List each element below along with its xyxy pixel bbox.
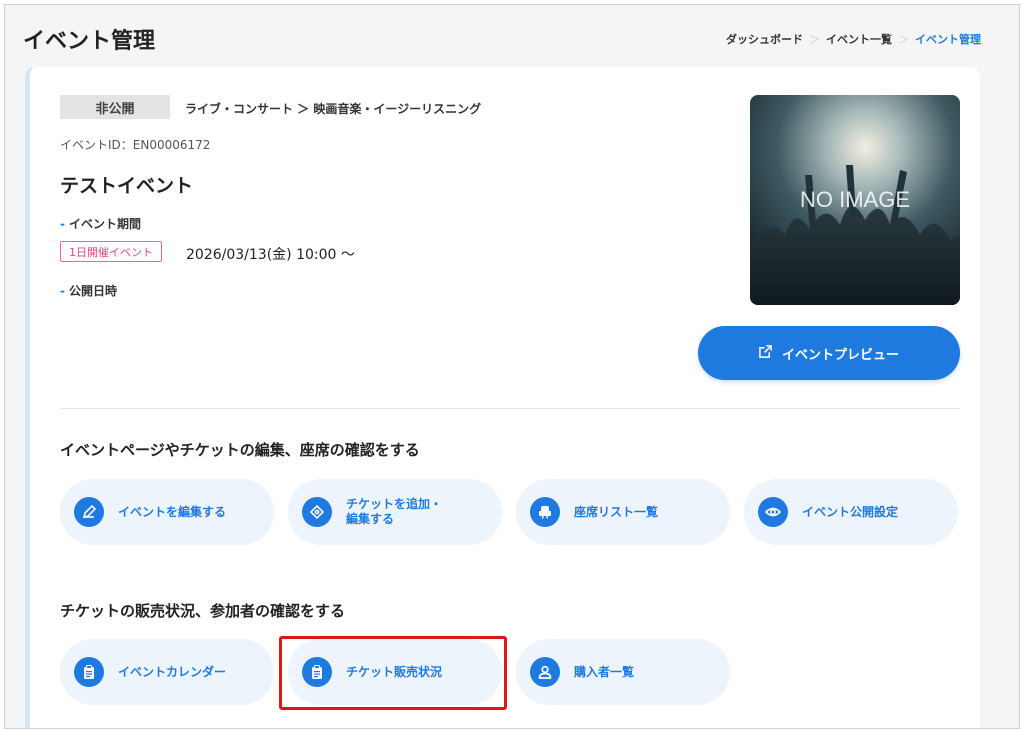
event-calendar-button[interactable]: イベントカレンダー (60, 639, 274, 705)
seat-list-label: 座席リスト一覧 (574, 504, 659, 519)
event-preview-button[interactable]: イベントプレビュー (698, 326, 960, 380)
ticket-sales-status-button[interactable]: チケット販売状況 (288, 639, 502, 705)
purchaser-list-button[interactable]: 購入者一覧 (516, 639, 730, 705)
event-name: テストイベント (60, 175, 194, 197)
event-id: イベントID：EN00006172 (60, 138, 211, 152)
ticket-sales-status-label: チケット販売状況 (346, 664, 443, 679)
concert-crowd-image: NO IMAGE (750, 95, 960, 305)
event-period-text: イベント期間 (68, 217, 141, 231)
event-card: 非公開 ライブ・コンサート ＞ 映画音楽・イージーリスニング イベントID：EN… (25, 67, 980, 728)
section-sales-heading: チケットの販売状況、参加者の確認をする (60, 602, 346, 620)
event-preview-label: イベントプレビュー (781, 347, 899, 363)
event-image: NO IMAGE (750, 95, 960, 305)
edit-ticket-label: チケットを追加・ 編集する (346, 497, 443, 526)
event-period-label: - イベント期間 (60, 215, 141, 232)
edit-event-label: イベントを編集する (118, 504, 227, 519)
divider (60, 408, 960, 409)
seat-list-button[interactable]: 座席リスト一覧 (516, 479, 730, 545)
pencil-icon (74, 497, 104, 527)
publish-settings-label: イベント公開設定 (802, 504, 899, 519)
publish-date-text: 公開日時 (68, 284, 117, 298)
status-badge: 非公開 (60, 95, 170, 119)
ticket-icon (302, 497, 332, 527)
external-link-icon (759, 344, 772, 362)
one-day-event-tag: 1日開催イベント (60, 241, 162, 262)
breadcrumb-dashboard[interactable]: ダッシュボード (726, 31, 803, 47)
seat-icon (530, 497, 560, 527)
app-window: イベント管理 ダッシュボード ＞ イベント一覧 ＞ イベント管理 非公開 ライブ… (4, 4, 1020, 729)
eye-icon (758, 497, 788, 527)
edit-ticket-button[interactable]: チケットを追加・ 編集する (288, 479, 502, 545)
clipboard-icon (74, 657, 104, 687)
dash-marker: - (60, 284, 65, 298)
dash-marker: - (60, 217, 65, 231)
publish-settings-button[interactable]: イベント公開設定 (744, 479, 958, 545)
event-calendar-label: イベントカレンダー (118, 664, 227, 679)
page-title: イベント管理 (23, 29, 156, 54)
chevron-right-icon: ＞ (809, 33, 820, 46)
purchaser-list-label: 購入者一覧 (574, 664, 635, 679)
breadcrumb-event-list[interactable]: イベント一覧 (826, 31, 892, 47)
no-image-text: NO IMAGE (800, 187, 910, 212)
clipboard-icon (302, 657, 332, 687)
breadcrumb: ダッシュボード ＞ イベント一覧 ＞ イベント管理 (726, 31, 981, 47)
edit-event-button[interactable]: イベントを編集する (60, 479, 274, 545)
user-icon (530, 657, 560, 687)
chevron-right-icon: ＞ (898, 33, 909, 46)
publish-date-label: - 公開日時 (60, 282, 117, 299)
breadcrumb-current: イベント管理 (915, 33, 981, 46)
event-date: 2026/03/13(金) 10:00 ～ (186, 247, 355, 263)
section-edit-heading: イベントページやチケットの編集、座席の確認をする (60, 441, 420, 459)
event-category: ライブ・コンサート ＞ 映画音楽・イージーリスニング (185, 102, 482, 116)
